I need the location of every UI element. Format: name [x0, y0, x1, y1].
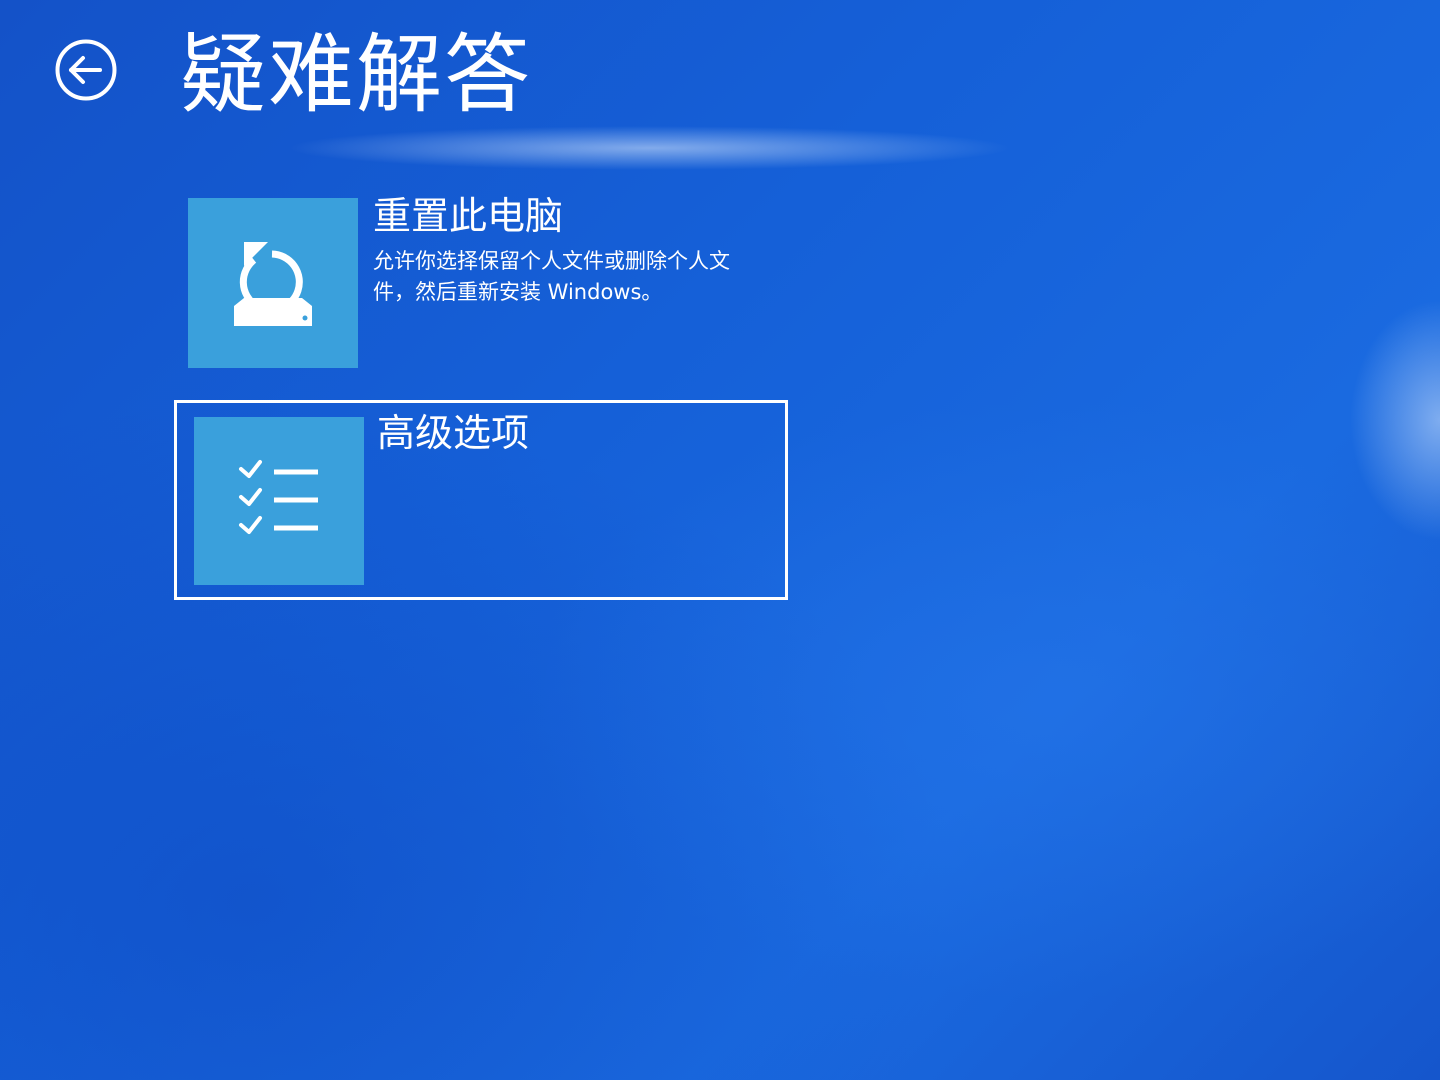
- advanced-options-title: 高级选项: [377, 411, 530, 455]
- advanced-options-tile: [194, 417, 364, 585]
- checklist-icon: [239, 460, 318, 534]
- advanced-options-option[interactable]: 高级选项: [174, 400, 788, 600]
- reset-pc-tile: [188, 198, 358, 368]
- reset-pc-description: 允许你选择保留个人文件或删除个人文件，然后重新安装 Windows。: [373, 249, 730, 304]
- back-arrow-circle-icon: [55, 39, 117, 101]
- back-button[interactable]: [54, 38, 118, 102]
- reset-pc-title: 重置此电脑: [373, 194, 564, 238]
- reset-pc-option[interactable]: 重置此电脑 允许你选择保留个人文件或删除个人文件，然后重新安装 Windows。: [188, 194, 788, 370]
- reset-pc-icon: [234, 242, 312, 326]
- page-title: 疑难解答: [180, 25, 532, 125]
